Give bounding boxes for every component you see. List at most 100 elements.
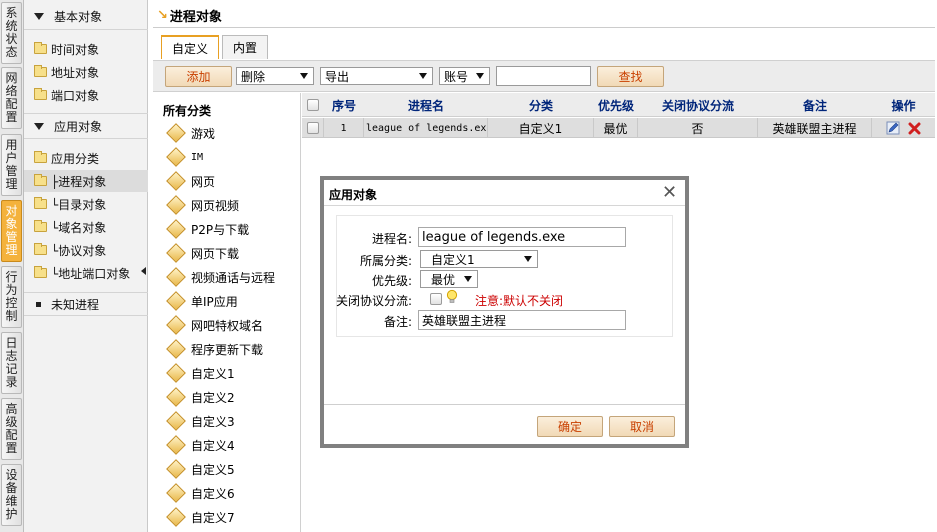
dialog-footer: 确定 取消 (324, 404, 685, 444)
caret-down-icon (300, 73, 308, 79)
toolbar: 添加 删除 导出 账号 查找 (153, 60, 935, 92)
pencil-icon[interactable] (886, 121, 900, 135)
tree-item-address-object[interactable]: 地址对象 (24, 61, 148, 83)
vtab-log-record[interactable]: 日志记录 (1, 332, 22, 394)
header-action: 操作 (891, 98, 916, 113)
category-item[interactable]: IM (165, 146, 203, 168)
tree-group-label: 基本对象 (54, 10, 103, 24)
search-input[interactable] (496, 66, 591, 86)
category-item[interactable]: 自定义1 (165, 362, 235, 384)
category-item[interactable]: 网页 (165, 170, 215, 192)
vtab-char: 态 (5, 45, 18, 59)
category-item[interactable]: 自定义6 (165, 482, 235, 504)
cell-priority: 最优 (594, 118, 638, 138)
tab-strip: 自定义 内置 (161, 35, 271, 59)
category-item[interactable]: 自定义4 (165, 434, 235, 456)
tree-group-label: 应用对象 (54, 119, 103, 134)
vertical-nav: 系统状态 网络配置 用户管理 对象管理 行为控制 日志记录 高级配置 设备维护 (0, 0, 24, 532)
tree-item-label: 时间对象 (51, 42, 100, 57)
category-label: 视频通话与远程 (191, 270, 276, 285)
diamond-icon (166, 507, 186, 527)
dialog-title: 应用对象 (329, 188, 378, 202)
category-label: 程序更新下载 (191, 342, 264, 357)
tree-item-port-object[interactable]: 端口对象 (24, 84, 148, 106)
tree-item-protocol-object[interactable]: └协议对象 (24, 239, 148, 261)
ok-button[interactable]: 确定 (537, 416, 603, 437)
expand-triangle-icon[interactable] (34, 13, 44, 20)
vtab-char: 理 (5, 177, 18, 191)
priority-select[interactable]: 最优 (420, 270, 478, 288)
category-item[interactable]: 单IP应用 (165, 290, 238, 312)
close-icon[interactable]: ✕ (662, 182, 677, 203)
label-note: 备注: (383, 315, 412, 329)
cell-seq: 1 (324, 118, 364, 138)
vtab-behavior-control[interactable]: 行为控制 (1, 266, 22, 328)
tree-item-process-object[interactable]: ├进程对象 (24, 170, 148, 192)
header-select-all (302, 93, 324, 117)
diamond-icon (166, 315, 186, 335)
vtab-system-status[interactable]: 系统状态 (1, 2, 22, 64)
select-value: 最优 (431, 272, 456, 287)
expand-triangle-icon[interactable] (34, 122, 44, 130)
delete-icon[interactable] (908, 122, 921, 135)
diamond-icon (166, 219, 186, 239)
note-input[interactable]: 英雄联盟主进程 (418, 310, 626, 330)
vtab-char: 理 (5, 243, 18, 257)
delete-dropdown[interactable]: 删除 (236, 67, 314, 85)
row-checkbox[interactable] (306, 122, 319, 134)
category-item[interactable]: 自定义7 (165, 506, 235, 528)
header-note: 备注 (802, 98, 827, 113)
dialog-titlebar: 应用对象 ✕ (324, 180, 685, 206)
category-select[interactable]: 自定义1 (420, 250, 538, 268)
dropdown-label: 导出 (325, 69, 350, 84)
tree-item-directory-object[interactable]: └目录对象 (24, 193, 148, 215)
caret-down-icon (419, 73, 427, 79)
vtab-device-maintain[interactable]: 设备维护 (1, 464, 22, 526)
vtab-object-manage[interactable]: 对象管理 (1, 200, 22, 262)
tree-item-address-port-object[interactable]: └地址端口对象 (24, 262, 148, 284)
category-item[interactable]: 自定义5 (165, 458, 235, 480)
export-dropdown[interactable]: 导出 (320, 67, 433, 85)
close-flow-checkbox[interactable] (430, 293, 442, 305)
search-button[interactable]: 查找 (597, 66, 664, 87)
add-button[interactable]: 添加 (165, 66, 232, 87)
category-item[interactable]: P2P与下载 (165, 218, 249, 240)
tab-custom[interactable]: 自定义 (161, 35, 220, 59)
collapse-panel-icon[interactable] (141, 267, 146, 275)
vtab-char: 置 (5, 110, 18, 124)
category-item[interactable]: 程序更新下载 (165, 338, 263, 360)
bullet-icon (36, 301, 41, 307)
caret-down-icon (464, 276, 472, 282)
diamond-icon (166, 459, 186, 479)
tab-builtin[interactable]: 内置 (222, 35, 269, 59)
cell-close-flow: 否 (638, 118, 758, 138)
vtab-user-manage[interactable]: 用户管理 (1, 134, 22, 196)
vtab-network-config[interactable]: 网络配置 (1, 67, 22, 129)
category-item[interactable]: 自定义3 (165, 410, 235, 432)
search-field-dropdown[interactable]: 账号 (439, 67, 490, 85)
tree-item-unknown-process[interactable]: 未知进程 (24, 292, 148, 316)
folder-icon (34, 65, 47, 77)
category-title: 所有分类 (163, 104, 212, 118)
tree-item-app-category[interactable]: 应用分类 (24, 147, 148, 169)
category-item[interactable]: 游戏 (165, 122, 215, 144)
vtab-advanced-config[interactable]: 高级配置 (1, 398, 22, 460)
category-label: 自定义2 (191, 390, 235, 405)
category-label: 自定义4 (191, 438, 235, 453)
category-label: 游戏 (191, 126, 216, 141)
category-item[interactable]: 自定义2 (165, 386, 235, 408)
tree-group-app[interactable]: 应用对象 (24, 113, 148, 139)
page-title: 进程对象 (169, 10, 222, 25)
category-item[interactable]: 网页视频 (165, 194, 239, 216)
tree-group-basic[interactable]: 基本对象 (24, 4, 148, 30)
tree-item-time-object[interactable]: 时间对象 (24, 38, 148, 60)
select-all-checkbox[interactable] (307, 99, 319, 111)
cancel-button[interactable]: 取消 (609, 416, 675, 437)
tree-item-domain-object[interactable]: └域名对象 (24, 216, 148, 238)
category-item[interactable]: 视频通话与远程 (165, 266, 275, 288)
label-process-name: 进程名: (371, 232, 412, 246)
category-item[interactable]: 网页下载 (165, 242, 239, 264)
process-name-input[interactable]: league of legends.exe (418, 227, 626, 247)
table-row[interactable]: 1 league of legends.ex 自定义1 最优 否 英雄联盟主进程 (302, 118, 935, 138)
category-item[interactable]: 网吧特权域名 (165, 314, 263, 336)
